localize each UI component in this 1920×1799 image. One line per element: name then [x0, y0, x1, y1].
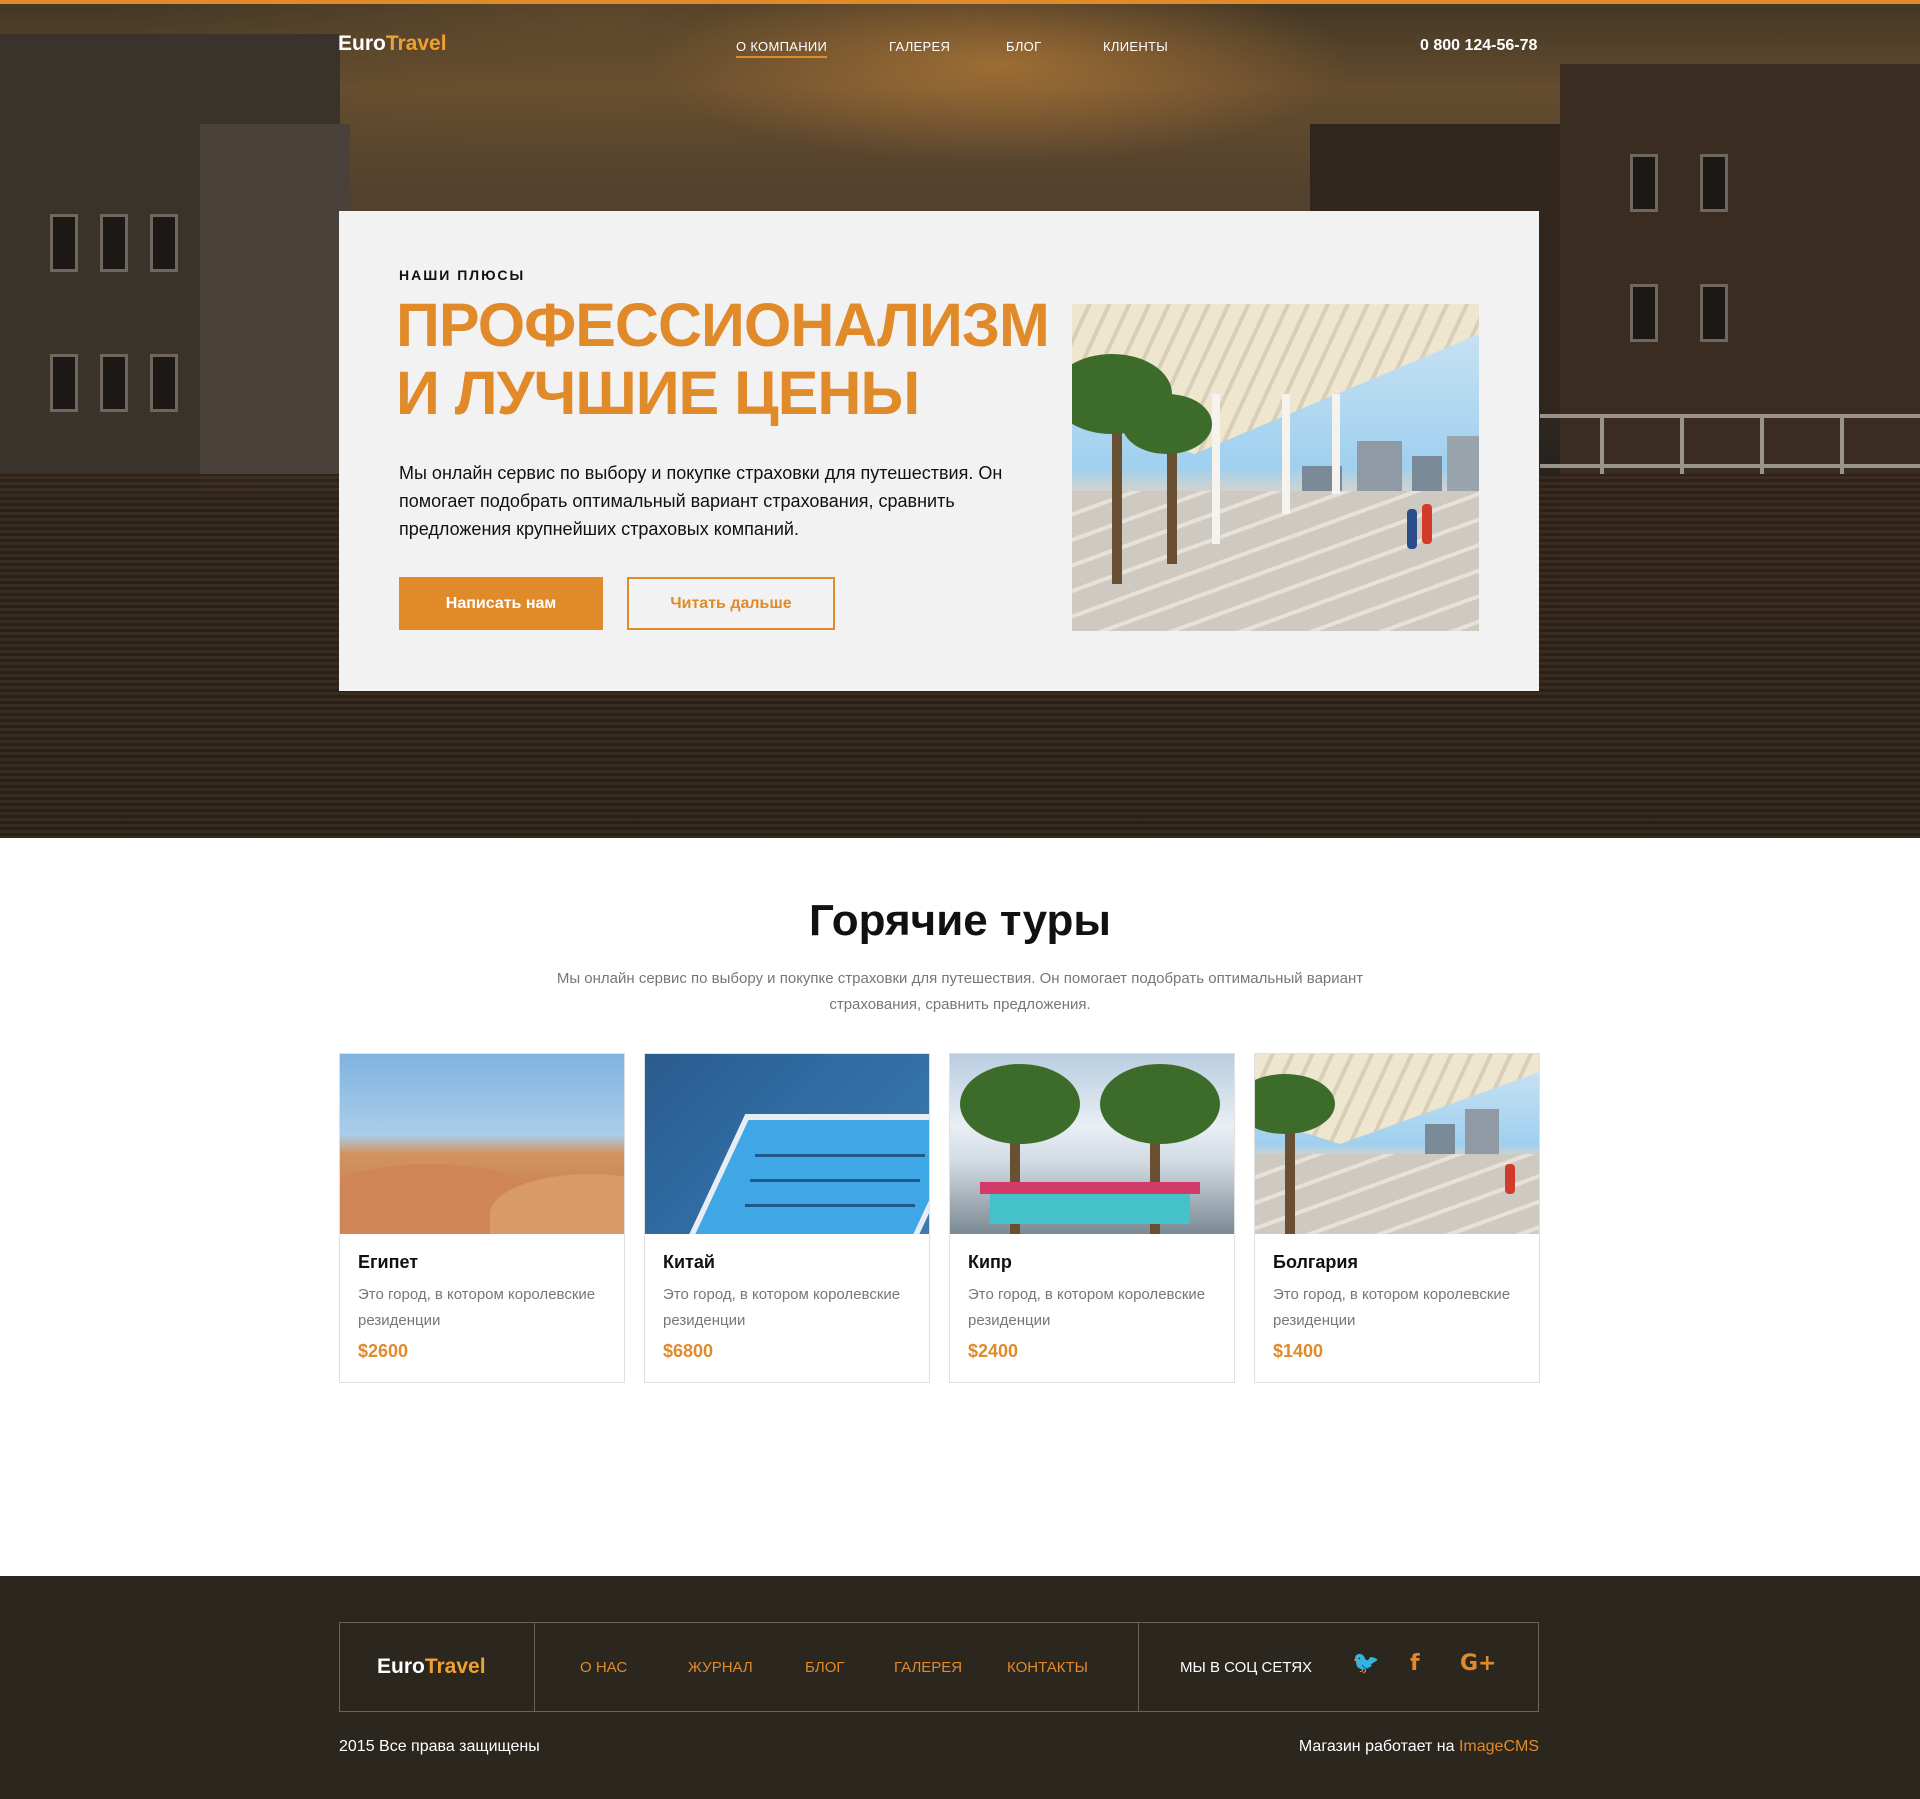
powered-by-prefix: Магазин работает на	[1298, 1738, 1459, 1755]
hero-headline: ПРОФЕССИОНАЛИЗМ И ЛУЧШИЕ ЦЕНЫ	[396, 291, 1050, 427]
tour-cards: Египет Это город, в котором королевские …	[339, 1053, 1540, 1383]
tour-card-egypt[interactable]: Египет Это город, в котором королевские …	[339, 1053, 625, 1383]
footer-logo-text-travel: Travel	[424, 1655, 486, 1678]
rail-post	[1840, 414, 1844, 474]
tour-price: $1400	[1273, 1341, 1324, 1361]
twitter-icon[interactable]: 🐦	[1352, 1651, 1379, 1676]
swimming-pool	[684, 1114, 929, 1234]
palm-leaves	[1100, 1064, 1220, 1144]
tour-name: Китай	[663, 1252, 715, 1272]
pool-lane	[745, 1204, 915, 1207]
nav-item-clients[interactable]: Клиенты	[1103, 39, 1168, 54]
promenade-pavement	[1255, 1154, 1539, 1234]
footer-logo-text-euro: Euro	[377, 1655, 425, 1678]
powered-by-link[interactable]: ImageCMS	[1459, 1738, 1539, 1755]
hero-section: EuroTravel О компании Галерея Блог Клиен…	[0, 0, 1920, 838]
footer-bar: EuroTravel О нас Журнал Блог Галерея Кон…	[339, 1622, 1539, 1712]
tour-card-cyprus[interactable]: Кипр Это город, в котором королевские ре…	[949, 1053, 1235, 1383]
rail-post	[1760, 414, 1764, 474]
tour-name: Кипр	[968, 1252, 1012, 1272]
nav-item-gallery[interactable]: Галерея	[889, 39, 950, 54]
logo-text-travel: Travel	[385, 32, 447, 55]
nav-item-blog[interactable]: Блог	[1006, 39, 1041, 54]
hero-description: Мы онлайн сервис по выбору и покупке стр…	[399, 463, 1003, 539]
pool-lane	[750, 1179, 920, 1182]
promenade-pavement	[1072, 491, 1479, 631]
footer-nav-blog[interactable]: Блог	[805, 1659, 844, 1676]
tour-description: Это город, в котором королевские резиден…	[358, 1286, 596, 1329]
footer-divider	[534, 1623, 535, 1711]
top-navigation: EuroTravel О компании Галерея Блог Клиен…	[0, 4, 1920, 84]
building-window	[1700, 284, 1728, 342]
tour-image-pool	[645, 1054, 929, 1234]
resort-pool	[990, 1194, 1190, 1224]
tour-price: $2600	[358, 1341, 409, 1361]
pedestrian	[1422, 504, 1432, 544]
hero-headline-line-1: ПРОФЕССИОНАЛИЗМ	[396, 291, 1050, 359]
nav-item-about[interactable]: О компании	[736, 39, 828, 58]
canopy-pillar	[1332, 394, 1340, 494]
palm-leaves	[1122, 394, 1212, 454]
tour-name: Египет	[358, 1252, 419, 1272]
footer-logo[interactable]: EuroTravel	[377, 1655, 486, 1679]
phone-number[interactable]: 0 800 124-56-78	[1420, 37, 1537, 55]
canopy-pillar	[1282, 394, 1290, 514]
canopy-pillar	[1212, 394, 1220, 544]
rail-post	[1600, 414, 1604, 474]
tour-card-china[interactable]: Китай Это город, в котором королевские р…	[644, 1053, 930, 1383]
tour-description: Это город, в котором королевские резиден…	[663, 1286, 901, 1329]
powered-by: Магазин работает на ImageCMS	[1288, 1738, 1539, 1756]
site-footer: EuroTravel О нас Журнал Блог Галерея Кон…	[0, 1576, 1920, 1799]
footer-nav-journal[interactable]: Журнал	[688, 1659, 753, 1676]
tours-subtitle: Мы онлайн сервис по выбору и покупке стр…	[556, 970, 1364, 1013]
tours-title: Горячие туры	[809, 896, 1111, 945]
rail-post	[1680, 414, 1684, 474]
footer-nav-gallery[interactable]: Галерея	[894, 1659, 962, 1676]
read-more-button[interactable]: Читать дальше	[627, 577, 835, 630]
resort-loungers	[980, 1182, 1200, 1194]
tour-image-promenade	[1255, 1054, 1539, 1234]
pool-lane	[755, 1154, 925, 1157]
building-window	[50, 354, 78, 412]
tour-image-resort	[950, 1054, 1234, 1234]
hero-headline-line-2: И ЛУЧШИЕ ЦЕНЫ	[396, 359, 920, 427]
building-window	[1700, 154, 1728, 212]
tour-name: Болгария	[1273, 1252, 1358, 1272]
tour-price: $2400	[968, 1341, 1019, 1361]
bridge-rail	[1540, 464, 1920, 468]
site-logo[interactable]: EuroTravel	[338, 32, 447, 56]
google-plus-icon[interactable]: G+	[1460, 1651, 1497, 1676]
building-window	[150, 354, 178, 412]
hero-promenade-photo	[1072, 304, 1479, 631]
tour-description: Это город, в котором королевские резиден…	[1273, 1286, 1511, 1329]
palm-leaves	[960, 1064, 1080, 1144]
tour-description: Это город, в котором королевские резиден…	[968, 1286, 1206, 1329]
facebook-icon[interactable]: f	[1410, 1651, 1420, 1676]
hero-eyebrow: НАШИ ПЛЮСЫ	[399, 267, 526, 283]
building-window	[1630, 154, 1658, 212]
building-window	[50, 214, 78, 272]
footer-nav-contacts[interactable]: Контакты	[1007, 1659, 1088, 1676]
logo-text-euro: Euro	[338, 32, 386, 55]
building-window	[150, 214, 178, 272]
building-window	[100, 354, 128, 412]
building-window	[100, 214, 128, 272]
building-window	[1630, 284, 1658, 342]
footer-divider	[1138, 1623, 1139, 1711]
hero-card: НАШИ ПЛЮСЫ ПРОФЕССИОНАЛИЗМ И ЛУЧШИЕ ЦЕНЫ…	[339, 211, 1539, 691]
pedestrian	[1407, 509, 1417, 549]
bridge-rail	[1540, 414, 1920, 418]
footer-nav-about[interactable]: О нас	[580, 1659, 627, 1676]
tour-image-desert	[340, 1054, 624, 1234]
copyright-text: 2015 Все права защищены	[339, 1738, 540, 1755]
background-building-left-2	[200, 124, 350, 494]
tour-price: $6800	[663, 1341, 714, 1361]
pedestrian	[1505, 1164, 1515, 1194]
tour-card-bulgaria[interactable]: Болгария Это город, в котором королевски…	[1254, 1053, 1540, 1383]
write-us-button[interactable]: Написать нам	[399, 577, 603, 630]
social-label: Мы в соц сетях	[1180, 1659, 1313, 1676]
